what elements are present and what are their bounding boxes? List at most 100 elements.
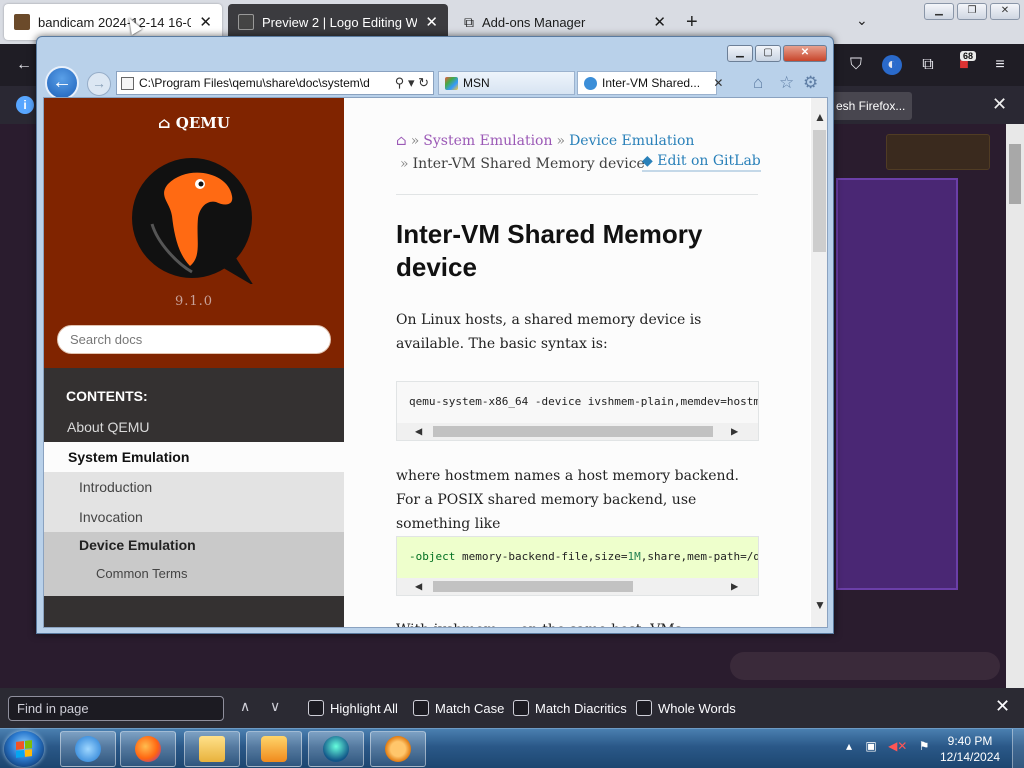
refresh-firefox-button[interactable]: esh Firefox... — [826, 92, 912, 120]
sidebar-header: ⌂ QEMU 9.1.0 Search docs — [44, 98, 344, 368]
breadcrumb-device-emulation[interactable]: Device Emulation — [569, 133, 694, 149]
scroll-right-icon[interactable]: ▶ — [731, 423, 738, 440]
refresh-icon[interactable]: ↻ — [418, 75, 429, 90]
close-window-button[interactable]: ✕ — [990, 3, 1020, 20]
taskbar-firefox[interactable] — [120, 731, 176, 767]
extensions-icon[interactable]: ⧉ — [918, 55, 938, 75]
close-tab-icon[interactable]: ✕ — [713, 76, 723, 90]
volume-muted-icon[interactable]: ◀✕ — [888, 739, 907, 753]
search-icon[interactable]: ⚲ — [395, 75, 405, 90]
ie-page-content: ⌂ QEMU 9.1.0 Search docs CONTENTS: About… — [43, 97, 828, 628]
find-in-page-input[interactable]: Find in page — [8, 696, 224, 721]
info-icon: i — [16, 96, 34, 114]
new-tab-plus-icon[interactable]: + — [686, 11, 698, 34]
ie-favicon-icon — [584, 77, 597, 90]
taskbar-explorer[interactable] — [184, 731, 240, 767]
show-desktop-button[interactable] — [1012, 729, 1024, 768]
firefox-tab-addons[interactable]: ⧉ Add-ons Manager ✕ — [454, 4, 676, 40]
docs-sidebar: ⌂ QEMU 9.1.0 Search docs CONTENTS: About… — [44, 98, 344, 627]
breadcrumb-current: Inter-VM Shared Memory device — [412, 156, 645, 172]
minimize-button[interactable]: ▁ — [924, 3, 954, 20]
favorites-star-icon[interactable]: ☆ — [779, 73, 794, 93]
home-link[interactable]: ⌂ QEMU — [44, 114, 344, 132]
tab-label: Preview 2 | Logo Editing Wiki | F — [262, 14, 418, 30]
restore-button[interactable]: ❐ — [957, 3, 987, 20]
contents-heading: CONTENTS: — [66, 388, 148, 404]
edit-link-label: Edit on GitLab — [657, 153, 761, 169]
match-diacritics-checkbox[interactable]: Match Diacritics — [513, 700, 627, 716]
find-previous-icon[interactable]: ∧ — [240, 698, 250, 715]
find-next-icon[interactable]: ∨ — [270, 698, 280, 715]
windows-logo-icon — [16, 740, 32, 758]
document-body: ⌂» System Emulation» Device Emulation » Int… — [344, 98, 810, 627]
page-panel — [836, 178, 958, 590]
ie-window-controls: ▁ ▢ ✕ — [727, 45, 827, 62]
scroll-thumb[interactable] — [433, 581, 633, 592]
close-icon[interactable]: ✕ — [992, 94, 1007, 115]
ie-tab-ivshmem[interactable]: Inter-VM Shared... ✕ — [577, 71, 723, 95]
pocket-icon[interactable]: ⛉ — [846, 55, 866, 75]
scroll-left-icon[interactable]: ◀ — [415, 578, 422, 595]
breadcrumb-system-emulation[interactable]: System Emulation — [423, 133, 552, 149]
media-player-icon — [261, 736, 287, 762]
scroll-thumb[interactable] — [813, 130, 826, 252]
sidebar-item-common-terms[interactable]: Common Terms — [44, 560, 344, 596]
paragraph: With ivshmem-… on the same host, VMs — [396, 618, 758, 627]
close-icon[interactable]: ✕ — [425, 13, 438, 31]
scroll-right-icon[interactable]: ▶ — [731, 578, 738, 595]
minimize-button[interactable]: ▁ — [727, 45, 753, 62]
back-arrow-icon[interactable]: ← — [14, 55, 34, 75]
scroll-up-icon[interactable]: ▲ — [814, 110, 826, 124]
sidebar-item-about-qemu[interactable]: About QEMU — [44, 414, 344, 442]
maximize-button[interactable]: ▢ — [755, 45, 781, 62]
network-icon[interactable]: ▣ — [865, 739, 876, 753]
close-window-button[interactable]: ✕ — [783, 45, 827, 62]
sign-in-button[interactable] — [886, 134, 990, 170]
taskbar-internet-explorer[interactable] — [60, 731, 116, 767]
code-horizontal-scrollbar[interactable]: ◀ ▶ — [397, 423, 758, 440]
dropdown-icon[interactable]: ▾ — [408, 75, 415, 90]
action-center-flag-icon[interactable]: ⚑ — [919, 739, 930, 753]
address-bar[interactable]: C:\Program Files\qemu\share\doc\system\d… — [116, 71, 434, 95]
gitlab-icon: ◆ — [642, 153, 653, 169]
home-icon[interactable]: ⌂ — [753, 73, 763, 93]
edit-on-gitlab-link[interactable]: ◆ Edit on GitLab — [642, 153, 761, 172]
search-docs-input[interactable]: Search docs — [57, 325, 331, 354]
close-icon[interactable]: ✕ — [653, 13, 666, 31]
taskbar-search-app[interactable] — [370, 731, 426, 767]
scroll-left-icon[interactable]: ◀ — [415, 423, 422, 440]
highlight-all-checkbox[interactable]: Highlight All — [308, 700, 398, 716]
start-button[interactable] — [4, 731, 44, 767]
sidebar-item-introduction[interactable]: Introduction — [44, 472, 344, 502]
close-icon[interactable]: ✕ — [995, 696, 1010, 717]
sidebar-item-system-emulation[interactable]: System Emulation — [44, 442, 344, 472]
taskbar: ▴ ▣ ◀✕ ⚑ 9:40 PM 12/14/2024 — [0, 728, 1024, 768]
sidebar-item-device-emulation[interactable]: Device Emulation — [44, 532, 344, 560]
clock[interactable]: 9:40 PM 12/14/2024 — [940, 733, 1000, 765]
firefox-tab-bandicam[interactable]: bandicam 2024-12-14 16-09-08 ✕ — [4, 4, 222, 40]
match-case-checkbox[interactable]: Match Case — [413, 700, 504, 716]
taskbar-media-player[interactable] — [246, 731, 302, 767]
tray-expand-icon[interactable]: ▴ — [846, 739, 852, 753]
page-search-input[interactable] — [730, 652, 1000, 680]
ie-tab-msn[interactable]: MSN — [438, 71, 575, 95]
whole-words-checkbox[interactable]: Whole Words — [636, 700, 736, 716]
qemu-icon — [323, 736, 349, 762]
scroll-thumb[interactable] — [433, 426, 713, 437]
taskbar-qemu[interactable] — [308, 731, 364, 767]
menu-hamburger-icon[interactable]: ≡ — [990, 55, 1010, 75]
close-icon[interactable]: ✕ — [199, 13, 212, 31]
scroll-down-icon[interactable]: ▼ — [814, 598, 826, 612]
sync-avatar-icon[interactable]: ◐ — [882, 55, 902, 75]
tools-gear-icon[interactable]: ⚙ — [803, 73, 818, 93]
tab-label: MSN — [463, 76, 490, 90]
list-all-tabs-chevron-icon[interactable]: ⌄ — [856, 12, 868, 29]
firefox-tab-preview[interactable]: Preview 2 | Logo Editing Wiki | F ✕ — [228, 4, 448, 40]
code-horizontal-scrollbar[interactable]: ◀ ▶ — [397, 578, 758, 595]
home-icon[interactable]: ⌂ — [396, 133, 407, 149]
back-arrow-icon[interactable]: ← — [45, 66, 79, 100]
page-vertical-scrollbar[interactable]: ▲ ▼ — [811, 98, 827, 627]
sidebar-item-invocation[interactable]: Invocation — [44, 502, 344, 532]
forward-arrow-icon[interactable]: → — [87, 72, 111, 96]
page-scrollbar[interactable] — [1006, 124, 1024, 688]
